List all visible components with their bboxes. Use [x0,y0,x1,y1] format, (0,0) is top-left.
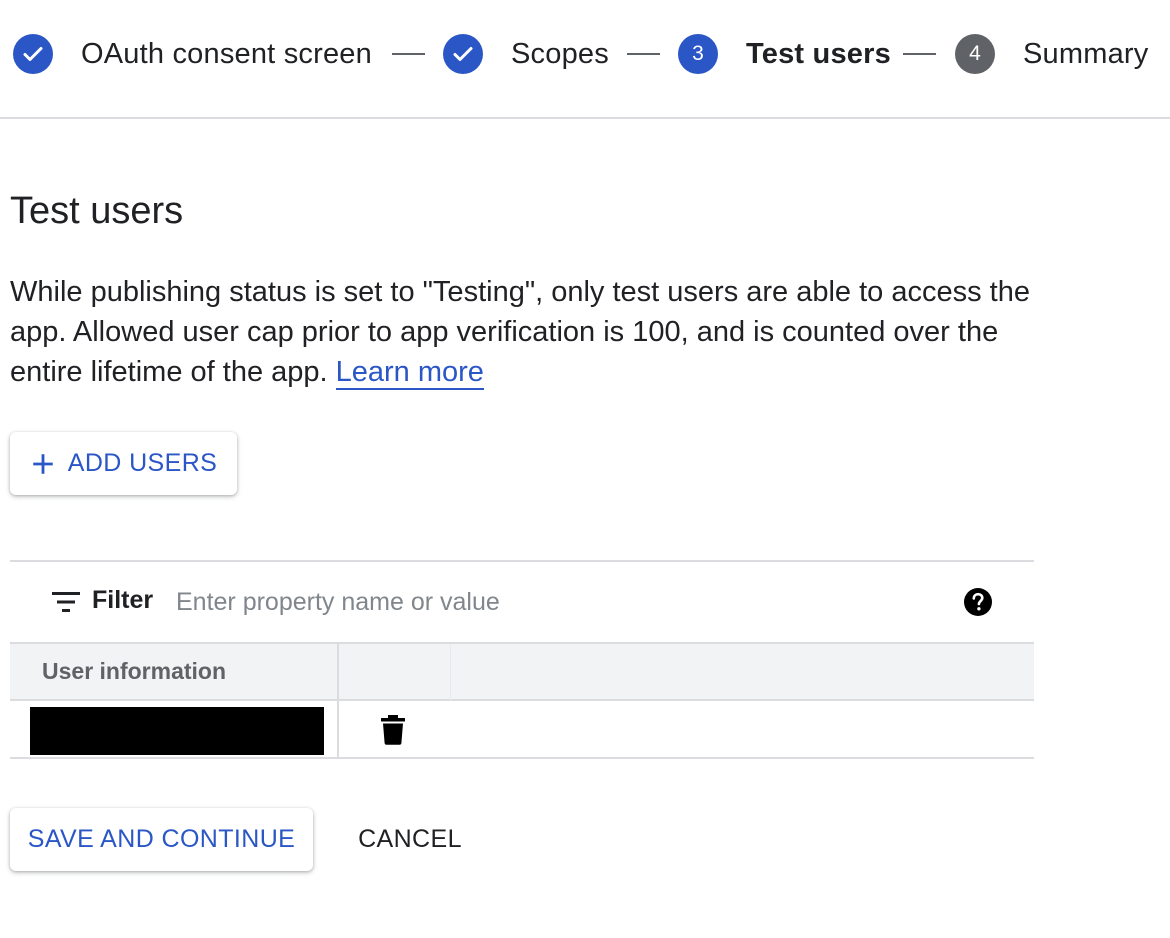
table-header: User information [10,642,1034,701]
page-description: While publishing status is set to "Testi… [10,272,1050,392]
step-separator [903,53,936,55]
step-label: Test users [746,37,891,70]
step-separator [627,53,660,55]
stepper: OAuth consent screen Scopes 3 Test users… [0,0,1170,119]
description-text: While publishing status is set to "Testi… [10,276,1030,388]
check-icon [13,34,53,74]
filter-label: Filter [92,586,154,614]
step-label: Scopes [511,37,609,70]
column-divider [337,701,339,759]
step-label: Summary [1023,37,1149,70]
step-test-users[interactable]: 3 Test users [678,34,891,74]
page-title: Test users [10,190,184,232]
step-scopes[interactable]: Scopes [443,34,609,74]
redacted-user-email [30,707,324,755]
step-separator [392,53,425,55]
step-number: 3 [678,34,718,74]
plus-icon [33,453,53,474]
check-icon [443,34,483,74]
step-oauth-consent-screen[interactable]: OAuth consent screen [13,34,372,74]
column-divider [450,644,451,701]
filter-icon[interactable] [52,590,80,614]
add-users-button[interactable]: ADD USERS [10,432,237,495]
save-and-continue-button[interactable]: SAVE AND CONTINUE [10,808,313,871]
learn-more-link[interactable]: Learn more [335,356,484,390]
trash-icon[interactable] [380,715,406,745]
step-number: 4 [955,34,995,74]
add-users-label: ADD USERS [67,449,218,477]
filter-bar: Filter [10,562,1034,642]
cancel-button[interactable]: CANCEL [340,808,480,871]
filter-input[interactable] [176,580,936,624]
step-label: OAuth consent screen [81,37,372,70]
table-row [10,701,1034,759]
column-divider [337,644,339,701]
help-icon[interactable] [963,587,993,617]
column-header-user-information[interactable]: User information [42,658,226,685]
step-summary[interactable]: 4 Summary [955,34,1148,74]
